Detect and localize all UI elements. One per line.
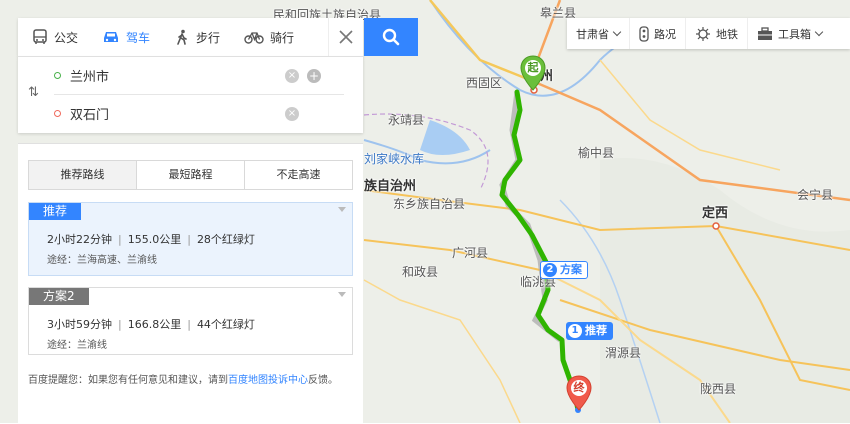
- mode-bus[interactable]: 公交: [18, 18, 88, 56]
- toolbox-button[interactable]: 工具箱: [747, 18, 831, 49]
- plan-time: 3小时59分钟: [47, 318, 112, 331]
- origin-field[interactable]: 兰州市: [54, 57, 344, 95]
- plan-badge: 方案2: [29, 288, 89, 305]
- map-label: 榆中县: [578, 146, 615, 160]
- plan2-number: 2: [543, 263, 557, 277]
- map-label: 广河县: [452, 246, 489, 260]
- complaint-center-link[interactable]: 百度地图投诉中心: [228, 375, 308, 386]
- map-label: 陇西县: [700, 382, 737, 396]
- chevron-down-icon[interactable]: [338, 207, 346, 212]
- search-button[interactable]: [364, 18, 418, 56]
- plan-stats: 3小时59分钟 | 166.8公里 | 44个红绿灯: [47, 318, 255, 331]
- tab-shortest[interactable]: 最短路程: [136, 161, 244, 189]
- plan1-number: 1: [568, 324, 582, 338]
- car-icon: [104, 32, 119, 42]
- map-label: 族自治州: [364, 179, 417, 194]
- subway-label: 地铁: [716, 27, 738, 41]
- destination-field[interactable]: 双石门: [54, 95, 344, 132]
- close-icon: [339, 30, 353, 44]
- route-inputs: ⇅ 兰州市 × + 双石门 ×: [18, 57, 363, 133]
- traffic-label: 路况: [654, 27, 676, 41]
- route-results: 推荐路线 最短路程 不走高速 推荐 2小时22分钟 | 155.0公里 | 28个红绿灯…: [18, 143, 363, 424]
- walk-icon: [177, 29, 187, 45]
- chevron-down-icon: [814, 27, 824, 37]
- end-marker-label: 终: [573, 381, 585, 394]
- toolbox-icon: [758, 26, 772, 40]
- plan-time: 2小时22分钟: [47, 233, 112, 246]
- subway-button[interactable]: 地铁: [685, 18, 747, 49]
- add-waypoint-icon[interactable]: +: [307, 69, 321, 83]
- plan-distance: 155.0公里: [127, 233, 182, 246]
- bike-icon: [244, 32, 264, 44]
- tab-no-highway[interactable]: 不走高速: [244, 161, 352, 189]
- mode-bus-label: 公交: [54, 30, 79, 45]
- map-label: 东乡族自治县: [393, 197, 466, 211]
- mode-drive[interactable]: 驾车: [88, 18, 160, 56]
- end-marker[interactable]: 终: [566, 375, 592, 414]
- destination-value: 双石门: [70, 108, 110, 123]
- plan-stats: 2小时22分钟 | 155.0公里 | 28个红绿灯: [47, 233, 255, 246]
- route-plan-card[interactable]: 推荐 2小时22分钟 | 155.0公里 | 28个红绿灯 途经：兰海高速、兰渝线: [28, 202, 353, 276]
- traffic-button[interactable]: 路况: [629, 18, 685, 49]
- plan-via: 途经：兰渝线: [47, 340, 107, 351]
- close-button[interactable]: [328, 18, 363, 56]
- start-marker-label: 起: [527, 61, 539, 74]
- map-label: 永靖县: [388, 113, 425, 127]
- plan2-map-tag[interactable]: 2 方案: [540, 261, 588, 279]
- tip-suffix: 反馈。: [308, 375, 338, 386]
- tab-recommended[interactable]: 推荐路线: [29, 161, 136, 189]
- plan-distance: 166.8公里: [127, 318, 182, 331]
- feedback-tip: 百度提醒您：如果您有任何意见和建议，请到百度地图投诉中心反馈。: [28, 373, 353, 389]
- clear-destination-icon[interactable]: ×: [285, 107, 299, 121]
- plan-via: 途经：兰海高速、兰渝线: [47, 255, 157, 266]
- subway-icon: [696, 26, 710, 41]
- swap-icon[interactable]: ⇅: [28, 85, 39, 100]
- origin-dot-icon: [54, 72, 61, 79]
- route-panel: 公交 驾车 步行 骑行 ⇅ 兰州市 × + 双石门 ×: [18, 18, 363, 133]
- tip-prefix: 百度提醒您：如果您有任何意见和建议，请到: [28, 375, 228, 386]
- map-label: 渭源县: [605, 346, 642, 360]
- mode-walk-label: 步行: [196, 30, 221, 45]
- mode-bike-label: 骑行: [270, 30, 295, 45]
- traffic-light-icon: [639, 25, 649, 42]
- route-plan-card[interactable]: 方案2 3小时59分钟 | 166.8公里 | 44个红绿灯 途经：兰渝线: [28, 287, 353, 355]
- transport-modes: 公交 驾车 步行 骑行: [18, 18, 363, 57]
- search-icon: [382, 28, 400, 46]
- mode-walk[interactable]: 步行: [160, 18, 230, 56]
- map-label: 定西: [702, 206, 729, 221]
- map-label: 刘家峡水库: [364, 152, 425, 166]
- map-label: 西固区: [466, 76, 503, 90]
- start-marker[interactable]: 起: [520, 55, 546, 94]
- destination-dot-icon: [54, 110, 61, 117]
- chevron-down-icon[interactable]: [338, 292, 346, 297]
- plan1-tag-label: 推荐: [585, 324, 607, 337]
- mode-bike[interactable]: 骑行: [230, 18, 304, 56]
- route-tabs: 推荐路线 最短路程 不走高速: [28, 160, 353, 190]
- bus-icon: [33, 29, 47, 44]
- plan-lights: 44个红绿灯: [196, 318, 255, 331]
- plan2-tag-label: 方案: [560, 263, 582, 276]
- province-label: 甘肃省: [576, 27, 609, 41]
- map-label: 和政县: [402, 265, 439, 279]
- clear-origin-icon[interactable]: ×: [285, 69, 299, 83]
- map-toolbar: 甘肃省 路况 地铁 工具箱: [567, 18, 850, 49]
- chevron-down-icon: [612, 27, 622, 37]
- toolbox-label: 工具箱: [778, 27, 811, 41]
- plan-lights: 28个红绿灯: [196, 233, 255, 246]
- plan1-map-tag[interactable]: 1 推荐: [566, 322, 613, 340]
- map-label: 会宁县: [797, 188, 834, 202]
- plan-badge: 推荐: [29, 203, 82, 220]
- mode-drive-label: 驾车: [126, 30, 151, 45]
- province-select[interactable]: 甘肃省: [567, 18, 629, 49]
- origin-value: 兰州市: [70, 70, 110, 85]
